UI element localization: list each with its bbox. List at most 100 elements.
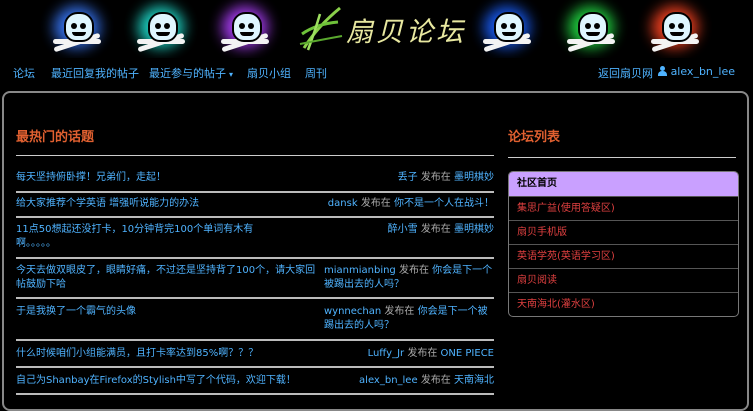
posted-in-label: 发布在 bbox=[420, 224, 451, 235]
bamboo-leaf-logo-icon bbox=[299, 6, 343, 51]
nav-item-recent-participated[interactable]: 最近参与的帖子 ▾ bbox=[149, 65, 233, 81]
user-icon bbox=[657, 66, 667, 76]
topic-title-link[interactable]: 11点50想起还没打卡，10分钟背完100个单词有木有啊。。。。。 bbox=[16, 223, 261, 251]
chevron-down-icon: ▾ bbox=[229, 70, 234, 79]
posted-in-label: 发布在 bbox=[384, 306, 415, 317]
topic-row: 什么时候咱们小组能满员，且打卡率达到85%啊？？？ Luffy_Jr 发布在 O… bbox=[16, 347, 494, 369]
user-menu[interactable]: alex_bn_lee bbox=[657, 65, 735, 78]
topic-author-link[interactable]: dansk bbox=[328, 198, 358, 209]
row-divider bbox=[16, 366, 494, 368]
eye bbox=[669, 23, 675, 29]
topic-title-link[interactable]: 于是我换了一个霸气的头像 bbox=[16, 305, 136, 319]
topic-title-link[interactable]: 今天去做双眼皮了，眼睛好痛，不过还是坚持背了100个，请大家回帖鼓励下哈 bbox=[16, 264, 321, 292]
topic-meta: alex_bn_lee 发布在 天南海北 bbox=[359, 374, 494, 388]
forum-list-item-qa[interactable]: 集思广益(使用答疑区) bbox=[509, 196, 738, 220]
site-logo-text: 扇贝论坛 bbox=[346, 17, 466, 48]
face bbox=[578, 12, 608, 42]
face bbox=[148, 12, 178, 42]
forum-list-item-chat[interactable]: 天南海北(灌水区) bbox=[509, 292, 738, 316]
eye bbox=[239, 23, 245, 29]
eye bbox=[248, 23, 254, 29]
posted-in-label: 发布在 bbox=[407, 348, 438, 359]
topic-title-link[interactable]: 每天坚持俯卧撑！兄弟们，走起！ bbox=[16, 171, 166, 185]
eye bbox=[510, 23, 516, 29]
eye bbox=[594, 23, 600, 29]
back-to-shanbay-link[interactable]: 返回扇贝网 bbox=[598, 65, 653, 81]
topic-author-link[interactable]: mianmianbing bbox=[324, 265, 396, 276]
eye bbox=[678, 23, 684, 29]
forum-list-item-reading[interactable]: 扇贝阅读 bbox=[509, 268, 738, 292]
skull-mascot-icon bbox=[134, 6, 188, 53]
topic-author-link[interactable]: 丢子 bbox=[398, 172, 418, 183]
mouth bbox=[502, 32, 516, 36]
forum-list-item-home[interactable]: 社区首页 bbox=[509, 172, 738, 196]
topic-meta: Luffy_Jr 发布在 ONE PIECE bbox=[368, 347, 494, 361]
mouth bbox=[156, 32, 170, 36]
topic-title-link[interactable]: 给大家推荐个学英语 增强听说能力的办法 bbox=[16, 197, 199, 211]
row-divider bbox=[16, 216, 494, 218]
username: alex_bn_lee bbox=[670, 65, 735, 78]
face bbox=[494, 12, 524, 42]
eye bbox=[155, 23, 161, 29]
posted-in-label: 发布在 bbox=[398, 265, 429, 276]
topic-row: 于是我换了一个霸气的头像 wynnechan 发布在 你会是下一个被踢出去的人吗… bbox=[16, 305, 494, 341]
topic-meta: dansk 发布在 你不是一个人在战斗！ bbox=[328, 197, 494, 211]
topic-forum-link[interactable]: 天南海北 bbox=[454, 375, 494, 386]
eye bbox=[501, 23, 507, 29]
topic-forum-link[interactable]: 墨明棋妙 bbox=[454, 224, 494, 235]
row-divider bbox=[16, 257, 494, 259]
nav-item-groups[interactable]: 扇贝小组 bbox=[247, 65, 291, 81]
skull-mascot-icon bbox=[564, 6, 618, 53]
mouth bbox=[72, 32, 86, 36]
row-divider bbox=[16, 297, 494, 299]
forum-list-item-mobile[interactable]: 扇贝手机版 bbox=[509, 220, 738, 244]
skull-mascot-icon bbox=[648, 6, 702, 53]
topic-row: 给大家推荐个学英语 增强听说能力的办法 dansk 发布在 你不是一个人在战斗！ bbox=[16, 197, 494, 219]
topic-row: 11点50想起还没打卡，10分钟背完100个单词有木有啊。。。。。 醉小雪 发布… bbox=[16, 223, 494, 259]
topic-title-link[interactable]: 自己为Shanbay在Firefox的Stylish中写了个代码，欢迎下载！ bbox=[16, 374, 296, 388]
eye bbox=[585, 23, 591, 29]
nav-item-weekly[interactable]: 周刊 bbox=[305, 65, 327, 81]
topic-meta: 丢子 发布在 墨明棋妙 bbox=[398, 171, 494, 185]
topic-author-link[interactable]: Luffy_Jr bbox=[368, 348, 405, 359]
top-navigation: 论坛 最近回复我的帖子 最近参与的帖子 ▾ 扇贝小组 周刊 返回扇贝网 alex_… bbox=[0, 58, 753, 88]
topic-forum-link[interactable]: 墨明棋妙 bbox=[454, 172, 494, 183]
topic-title-link[interactable]: 什么时候咱们小组能满员，且打卡率达到85%啊？？？ bbox=[16, 347, 258, 361]
face bbox=[662, 12, 692, 42]
b bbox=[657, 71, 667, 76]
skull-mascot-icon bbox=[218, 6, 272, 53]
topic-author-link[interactable]: wynnechan bbox=[324, 306, 381, 317]
posted-in-label: 发布在 bbox=[420, 375, 451, 386]
row-divider bbox=[16, 393, 494, 395]
skull-mascot-icon bbox=[480, 6, 534, 53]
topic-author-link[interactable]: 醉小雪 bbox=[388, 224, 418, 235]
topic-forum-link[interactable]: 你不是一个人在战斗！ bbox=[394, 198, 494, 209]
face bbox=[64, 12, 94, 42]
mouth bbox=[670, 32, 684, 36]
topic-row: 今天去做双眼皮了，眼睛好痛，不过还是坚持背了100个，请大家回帖鼓励下哈 mia… bbox=[16, 264, 494, 300]
nav-item-recent-participated-label: 最近参与的帖子 bbox=[149, 67, 226, 80]
topic-row: 自己为Shanbay在Firefox的Stylish中写了个代码，欢迎下载！ a… bbox=[16, 374, 494, 396]
topic-forum-link[interactable]: ONE PIECE bbox=[441, 348, 494, 359]
posted-in-label: 发布在 bbox=[420, 172, 451, 183]
topic-row: 每天坚持俯卧撑！兄弟们，走起！ 丢子 发布在 墨明棋妙 bbox=[16, 171, 494, 193]
face bbox=[232, 12, 262, 42]
forum-list-item-english[interactable]: 英语学苑(英语学习区) bbox=[509, 244, 738, 268]
nav-item-forum[interactable]: 论坛 bbox=[13, 65, 35, 81]
eye bbox=[80, 23, 86, 29]
eye bbox=[164, 23, 170, 29]
forum-list: 社区首页 集思广益(使用答疑区) 扇贝手机版 英语学苑(英语学习区) 扇贝阅读 … bbox=[508, 171, 739, 317]
forum-banner: 扇贝论坛 bbox=[0, 0, 753, 58]
divider bbox=[508, 157, 736, 158]
forum-list-heading: 论坛列表 bbox=[508, 130, 561, 145]
posted-in-label: 发布在 bbox=[360, 198, 391, 209]
topic-meta: 醉小雪 发布在 墨明棋妙 bbox=[388, 223, 494, 237]
divider bbox=[16, 155, 494, 156]
nav-item-recent-replies[interactable]: 最近回复我的帖子 bbox=[51, 65, 139, 81]
mouth bbox=[240, 32, 254, 36]
mouth bbox=[586, 32, 600, 36]
eye bbox=[71, 23, 77, 29]
row-divider bbox=[16, 191, 494, 193]
hot-topics-heading: 最热门的话题 bbox=[16, 130, 95, 145]
topic-author-link[interactable]: alex_bn_lee bbox=[359, 375, 418, 386]
